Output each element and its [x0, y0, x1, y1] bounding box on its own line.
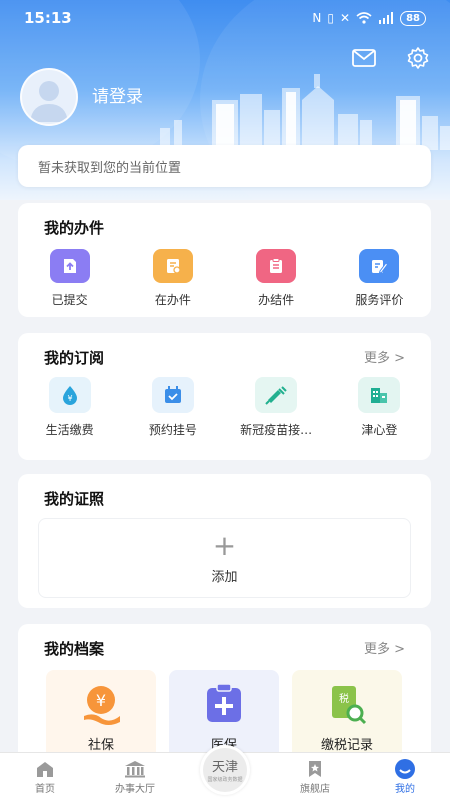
- syringe-icon: [255, 377, 298, 413]
- hall-icon: [124, 758, 146, 780]
- yuan-drop-icon: ¥: [48, 377, 91, 413]
- status-bar: 15:13 N ▯ ✕ 88: [0, 0, 450, 36]
- battery-indicator: 88: [400, 10, 426, 26]
- card-title: 我的档案: [44, 640, 105, 658]
- task-completed[interactable]: 办结件: [225, 249, 328, 308]
- status-icons: N ▯ ✕ 88: [312, 10, 426, 26]
- card-title: 我的订阅: [44, 349, 105, 367]
- tasks-grid: 已提交 在办件 办结件 服务评价: [18, 249, 431, 308]
- task-in-progress[interactable]: 在办件: [121, 249, 224, 308]
- vibrate-icon: ▯: [327, 11, 335, 25]
- medical-insurance-icon: [201, 682, 247, 726]
- wifi-icon: [356, 12, 372, 24]
- task-service-review[interactable]: 服务评价: [328, 249, 431, 308]
- plus-icon: +: [212, 528, 237, 562]
- mute-icon: ✕: [340, 11, 351, 25]
- bottom-tab-bar: 首页 办事大厅 天津 国家级政务数据 旗舰店 我的: [0, 744, 450, 800]
- calendar-check-icon: [151, 377, 194, 413]
- profile-icon: [394, 758, 416, 780]
- mail-icon: [352, 49, 376, 67]
- gear-icon: [407, 47, 429, 69]
- city-skyline-illustration: [160, 74, 450, 150]
- my-tasks-card: 我的办件 已提交 在办件 办结件 服务评价: [18, 203, 431, 317]
- add-license-button[interactable]: + 添加: [38, 518, 411, 598]
- tab-center-logo[interactable]: 天津 国家级政务数据: [180, 744, 270, 800]
- upload-icon: [49, 249, 90, 283]
- avatar[interactable]: [20, 68, 78, 126]
- subscriptions-more-link[interactable]: 更多 >: [364, 347, 405, 366]
- svg-text:¥: ¥: [96, 691, 106, 710]
- subscription-vaccine[interactable]: 新冠疫苗接…: [225, 377, 328, 438]
- svg-text:税: 税: [339, 692, 349, 705]
- subscription-living-payment[interactable]: ¥ 生活缴费: [18, 377, 121, 438]
- subscriptions-card: 我的订阅 更多 > ¥ 生活缴费 预约挂号 新冠疫苗接… 津心登: [18, 333, 431, 460]
- tab-service-hall[interactable]: 办事大厅: [90, 753, 180, 800]
- subscription-appointment[interactable]: 预约挂号: [121, 377, 224, 438]
- archives-more-link[interactable]: 更多 >: [364, 638, 405, 657]
- tab-mine[interactable]: 我的: [360, 753, 450, 800]
- subscriptions-grid: ¥ 生活缴费 预约挂号 新冠疫苗接… 津心登: [18, 377, 431, 438]
- social-security-icon: ¥: [78, 682, 124, 726]
- login-link[interactable]: 请登录: [92, 82, 143, 107]
- message-button[interactable]: [350, 44, 378, 72]
- tab-home[interactable]: 首页: [0, 753, 90, 800]
- archive-tax-record[interactable]: 税 缴税记录: [292, 670, 402, 760]
- location-text: 暂未获取到您的当前位置: [38, 160, 182, 176]
- tab-flagship-store[interactable]: 旗舰店: [270, 753, 360, 800]
- subscription-jinxindeng[interactable]: 津心登: [328, 377, 431, 438]
- archive-social-security[interactable]: ¥ 社保: [46, 670, 156, 760]
- edit-icon: [359, 249, 400, 283]
- building-icon: [358, 377, 401, 413]
- licenses-card: 我的证照 + 添加: [18, 474, 431, 608]
- svg-text:¥: ¥: [67, 394, 72, 403]
- flag-icon: [306, 758, 324, 780]
- home-icon: [35, 758, 55, 780]
- settings-button[interactable]: [404, 44, 432, 72]
- user-icon: [30, 81, 68, 122]
- tax-record-icon: 税: [324, 682, 370, 726]
- task-submitted[interactable]: 已提交: [18, 249, 121, 308]
- card-title: 我的证照: [44, 490, 105, 508]
- document-icon: [152, 249, 193, 283]
- status-time: 15:13: [24, 9, 72, 27]
- card-title: 我的办件: [44, 219, 105, 237]
- tianjin-logo: 天津 国家级政务数据: [200, 744, 250, 795]
- signal-icon: [379, 12, 394, 24]
- clipboard-icon: [256, 249, 297, 283]
- location-bar[interactable]: 暂未获取到您的当前位置: [18, 145, 431, 187]
- nfc-icon: N: [312, 11, 322, 25]
